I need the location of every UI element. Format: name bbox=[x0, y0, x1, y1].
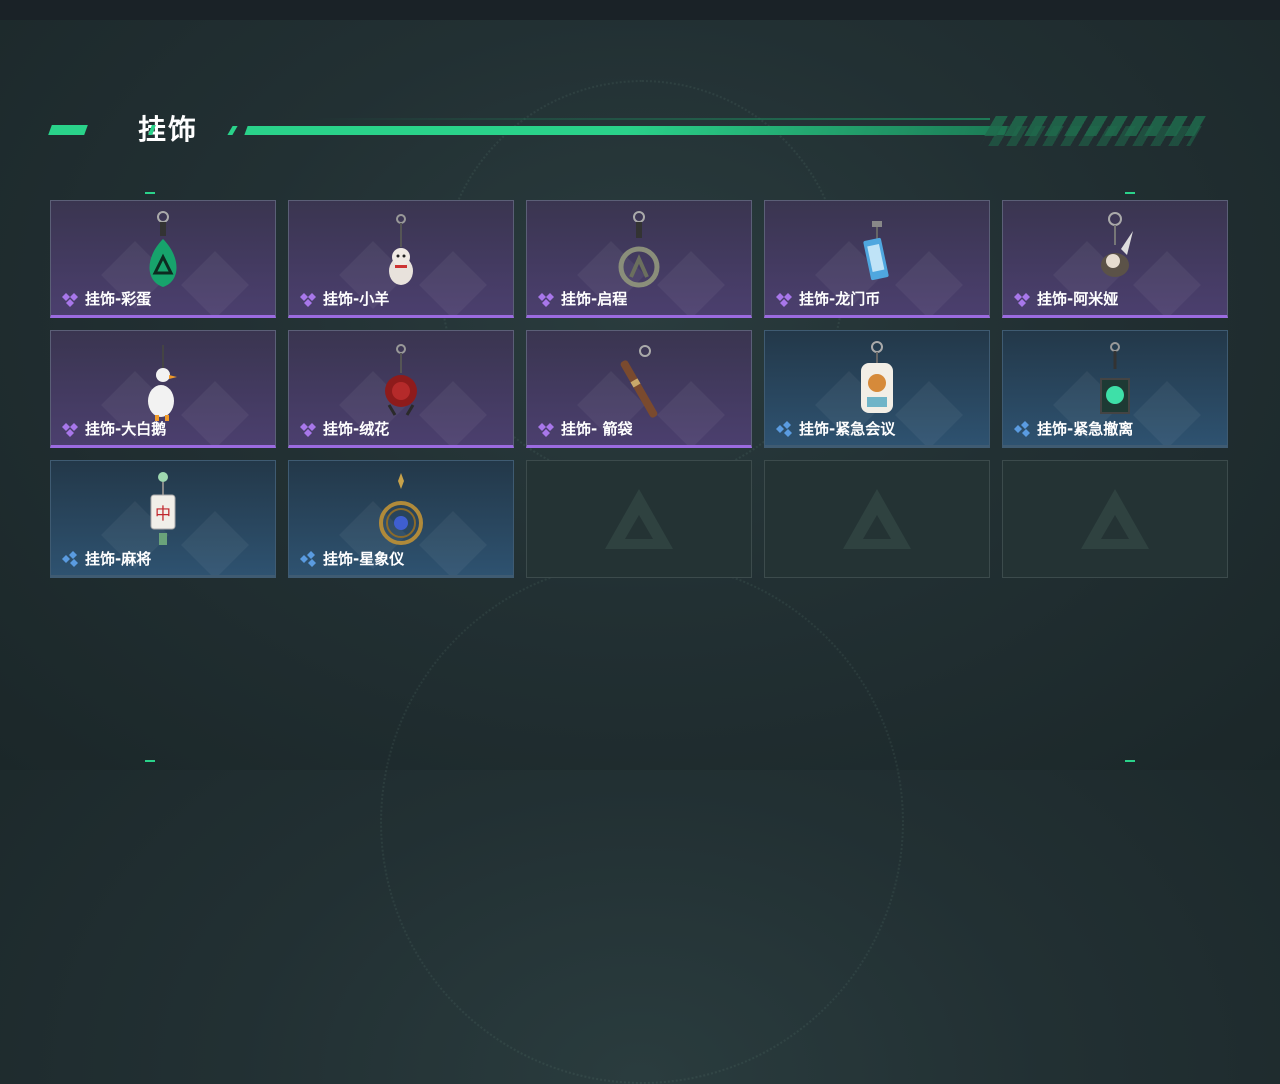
charm-label: 挂饰-小羊 bbox=[299, 288, 389, 309]
charm-name: 挂饰-星象仪 bbox=[323, 550, 405, 568]
charm-label: 挂饰-紧急撤离 bbox=[1013, 418, 1133, 439]
charm-name: 挂饰-彩蛋 bbox=[85, 290, 152, 308]
placeholder-logo-icon bbox=[605, 489, 673, 549]
charm-label: 挂饰-星象仪 bbox=[299, 548, 404, 569]
rarity-rare-icon bbox=[300, 550, 316, 567]
charm-card[interactable]: 挂饰-绒花 bbox=[288, 330, 514, 448]
header-thin-line bbox=[310, 118, 990, 120]
charm-card[interactable]: 挂饰-大白鹅 bbox=[50, 330, 276, 448]
charm-card[interactable]: 挂饰-启程 bbox=[526, 200, 752, 318]
placeholder-logo-icon bbox=[1081, 489, 1149, 549]
placeholder-logo-icon bbox=[843, 489, 911, 549]
rose-charm-icon bbox=[385, 344, 417, 416]
charm-name: 挂饰- 箭袋 bbox=[561, 420, 633, 438]
charm-label: 挂饰-大白鹅 bbox=[61, 418, 166, 439]
quiver-charm-icon bbox=[620, 345, 658, 418]
rarity-epic-icon bbox=[300, 422, 316, 437]
empty-slot bbox=[526, 460, 752, 578]
rarity-epic-icon bbox=[776, 292, 792, 307]
charm-card[interactable]: 挂饰-紧急撤离 bbox=[1002, 330, 1228, 448]
goose-charm-icon bbox=[148, 345, 177, 421]
section-header: 挂饰 bbox=[48, 108, 1206, 148]
charm-label: 挂饰-阿米娅 bbox=[1013, 288, 1118, 309]
section-title: 挂饰 bbox=[138, 113, 199, 146]
corner-mark bbox=[1125, 760, 1135, 762]
header-accent-tick bbox=[227, 126, 238, 135]
charm-card[interactable]: 挂饰-龙门币 bbox=[764, 200, 990, 318]
lamb-charm-icon bbox=[389, 214, 413, 285]
charm-label: 挂饰-麻将 bbox=[61, 548, 151, 569]
rarity-epic-icon bbox=[1014, 292, 1030, 307]
charm-card[interactable]: 挂饰- 箭袋 bbox=[526, 330, 752, 448]
charm-card[interactable]: 挂饰-阿米娅 bbox=[1002, 200, 1228, 318]
empty-slot bbox=[1002, 460, 1228, 578]
evac-charm-icon bbox=[1100, 342, 1130, 414]
green-egg-charm-icon bbox=[149, 211, 177, 287]
header-accent-block bbox=[48, 125, 88, 135]
rarity-epic-icon bbox=[538, 292, 554, 307]
charm-name: 挂饰-启程 bbox=[561, 290, 628, 308]
charm-label: 挂饰-紧急会议 bbox=[775, 418, 895, 439]
charm-card[interactable]: 挂饰-小羊 bbox=[288, 200, 514, 318]
rarity-rare-icon bbox=[62, 550, 78, 567]
charm-name: 挂饰-紧急会议 bbox=[799, 420, 896, 438]
astrolabe-charm-icon bbox=[379, 473, 423, 545]
coin-card-charm-icon bbox=[863, 221, 889, 281]
charm-name: 挂饰-紧急撤离 bbox=[1037, 420, 1134, 438]
corner-mark bbox=[145, 192, 155, 194]
charm-card[interactable]: 中 挂饰-麻将 bbox=[50, 460, 276, 578]
charm-card[interactable]: 挂饰-彩蛋 bbox=[50, 200, 276, 318]
corner-mark bbox=[1125, 192, 1135, 194]
amiya-charm-icon bbox=[1101, 212, 1133, 277]
corner-mark bbox=[145, 760, 155, 762]
header-checker-pattern bbox=[980, 126, 1202, 146]
charm-name: 挂饰-绒花 bbox=[323, 420, 390, 438]
background-ring-lower bbox=[380, 560, 904, 1084]
charm-card[interactable]: 挂饰-紧急会议 bbox=[764, 330, 990, 448]
rarity-rare-icon bbox=[776, 420, 792, 437]
top-bar bbox=[0, 0, 1280, 20]
charm-name: 挂饰-麻将 bbox=[85, 550, 152, 568]
mahjong-charm-icon: 中 bbox=[150, 472, 176, 545]
empty-slot bbox=[764, 460, 990, 578]
charm-label: 挂饰-绒花 bbox=[299, 418, 389, 439]
charm-name: 挂饰-大白鹅 bbox=[85, 420, 167, 438]
rarity-epic-icon bbox=[62, 292, 78, 307]
charm-label: 挂饰-龙门币 bbox=[775, 288, 880, 309]
rarity-rare-icon bbox=[1014, 420, 1030, 437]
charm-name: 挂饰-阿米娅 bbox=[1037, 290, 1119, 308]
ring-emblem-charm-icon bbox=[618, 211, 660, 288]
meeting-charm-icon bbox=[861, 341, 893, 413]
charm-card[interactable]: 挂饰-星象仪 bbox=[288, 460, 514, 578]
svg-text:中: 中 bbox=[155, 504, 171, 523]
charm-name: 挂饰-龙门币 bbox=[799, 290, 881, 308]
charm-label: 挂饰-彩蛋 bbox=[61, 288, 151, 309]
charm-label: 挂饰- 箭袋 bbox=[537, 418, 632, 439]
rarity-epic-icon bbox=[300, 292, 316, 307]
charm-name: 挂饰-小羊 bbox=[323, 290, 390, 308]
charm-label: 挂饰-启程 bbox=[537, 288, 627, 309]
rarity-epic-icon bbox=[62, 422, 78, 437]
header-accent-bar bbox=[244, 126, 1008, 135]
rarity-epic-icon bbox=[538, 422, 554, 437]
